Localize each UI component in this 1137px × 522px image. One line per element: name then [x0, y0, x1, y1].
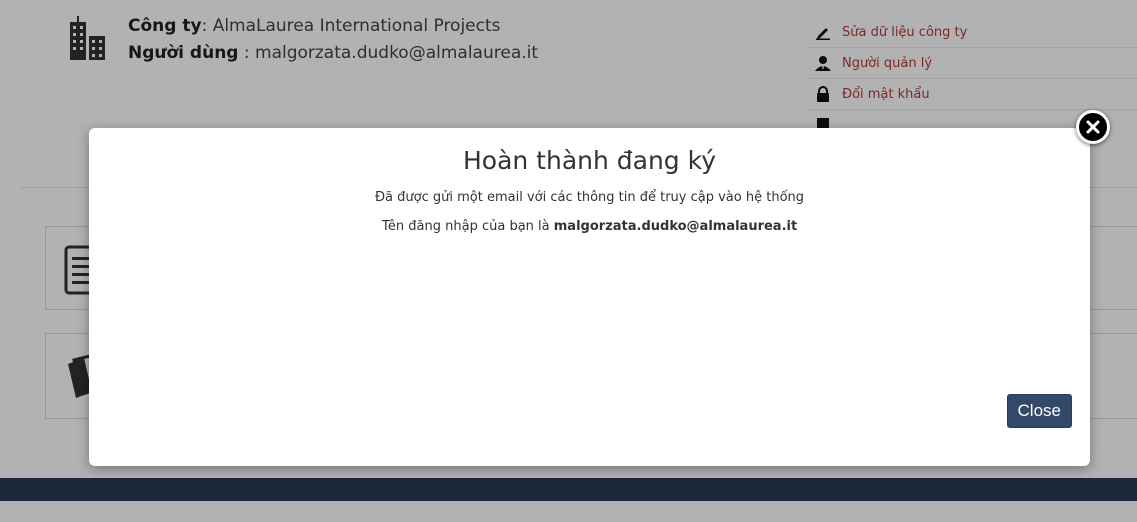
username-value: malgorzata.dudko@almalaurea.it [553, 219, 798, 234]
close-button[interactable]: Close [1006, 394, 1072, 428]
dialog-title: Hoàn thành đang ký [462, 146, 717, 175]
close-icon[interactable] [1076, 110, 1110, 144]
registration-complete-dialog: Hoàn thành đang ký Đã được gửi một email… [89, 128, 1090, 466]
username-prefix: Tên đăng nhập của bạn là [381, 219, 554, 234]
email-sent-message: Đã được gửi một email với các thông tin … [374, 190, 805, 205]
username-message: Tên đăng nhập của bạn là malgorzata.dudk… [89, 219, 1090, 234]
